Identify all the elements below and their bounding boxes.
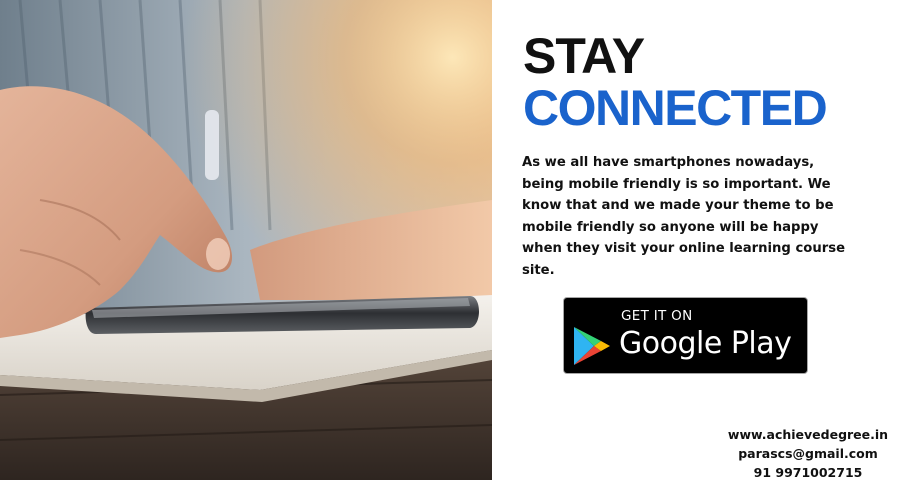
description-text: As we all have smartphones nowadays, bei… (522, 155, 846, 278)
contact-info: www.achievedegree.in parascs@gmail.com 9… (722, 425, 894, 482)
contact-email: parascs@gmail.com (738, 446, 878, 461)
contact-website: www.achievedegree.in (727, 427, 889, 442)
headline-line-2: CONNECTED (523, 80, 828, 136)
headline-line-1: STAY (523, 28, 645, 84)
badge-google-play-text: Google Play (619, 326, 792, 361)
badge-get-it-on-text: GET IT ON (621, 308, 693, 324)
headline: STAY CONNECTED (523, 28, 828, 136)
contact-phone: 91 9971002715 (753, 465, 863, 480)
google-play-badge[interactable]: GET IT ON Google Play (563, 297, 808, 374)
hero-photo (0, 0, 492, 480)
hand-on-phone-illustration (0, 0, 492, 480)
google-play-triangle-icon (574, 327, 610, 365)
